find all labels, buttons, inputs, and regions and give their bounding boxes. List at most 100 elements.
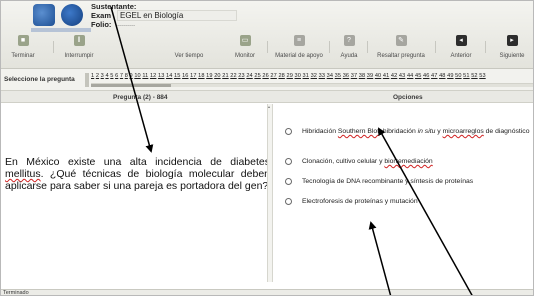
ceneval-e-logo-icon [61,4,83,26]
nav-scrollbar-thumb[interactable] [91,84,171,87]
question-number-link[interactable]: 24 [246,73,252,79]
question-number-link[interactable]: 27 [270,73,276,79]
question-number-link[interactable]: 1 [91,73,94,79]
question-number-link[interactable]: 29 [286,73,292,79]
question-number-link[interactable]: 46 [423,73,429,79]
resaltar-pregunta-label: Resaltar pregunta [377,53,425,59]
folio-value: --------- [117,23,136,29]
question-number-link[interactable]: 11 [142,73,148,79]
book-icon: ≡ [293,35,305,46]
option-text: Clonación, cultivo celular y biorremedia… [302,158,433,165]
exam-window: Sustentante: Exam EGEL en Biología Folio… [0,0,534,296]
question-number-link[interactable]: 18 [198,73,204,79]
toolbar-divider [329,41,330,53]
monitor-button[interactable]: ▭ Monitor [229,35,261,59]
question-number-link[interactable]: 43 [399,73,405,79]
question-number-link[interactable]: 42 [391,73,397,79]
question-number-link[interactable]: 34 [327,73,333,79]
header: Sustentante: Exam EGEL en Biología Folio… [1,1,533,69]
question-number-link[interactable]: 25 [254,73,260,79]
monitor-icon: ▭ [239,35,251,46]
question-number-link[interactable]: 21 [222,73,228,79]
status-text: Terminado [3,290,29,296]
question-number-link[interactable]: 26 [262,73,268,79]
question-number-link[interactable]: 30 [295,73,301,79]
question-number-link[interactable]: 35 [335,73,341,79]
question-number-link[interactable]: 8 [125,73,128,79]
toolbar-divider [53,41,54,53]
question-number-link[interactable]: 48 [439,73,445,79]
ayuda-button[interactable]: ? Ayuda [335,35,363,59]
column-headers: Pregunta (2) - 884 Opciones [1,91,533,103]
question-number-link[interactable]: 39 [367,73,373,79]
logo [7,4,91,32]
nav-scroll-left-button[interactable] [85,73,89,87]
question-number-link[interactable]: 53 [479,73,485,79]
question-number-link[interactable]: 14 [166,73,172,79]
pause-icon: ‖ [73,35,85,46]
question-number-link[interactable]: 28 [278,73,284,79]
highlight-icon: ✎ [395,35,407,46]
question-number-link[interactable]: 22 [230,73,236,79]
question-number-link[interactable]: 41 [383,73,389,79]
radio-button[interactable] [285,198,292,205]
question-number-link[interactable]: 9 [130,73,133,79]
question-number-link[interactable]: 13 [158,73,164,79]
option-text: Tecnología de DNA recombinante y síntesi… [302,178,474,185]
question-number-link[interactable]: 51 [463,73,469,79]
siguiente-label: Siguiente [499,53,525,59]
question-number-link[interactable]: 33 [319,73,325,79]
status-bar: Terminado [1,289,533,296]
question-number-link[interactable]: 6 [115,73,118,79]
question-number-link[interactable]: 47 [431,73,437,79]
help-icon: ? [343,35,355,46]
question-number-link[interactable]: 3 [101,73,104,79]
question-number-link[interactable]: 52 [471,73,477,79]
question-number-link[interactable]: 23 [238,73,244,79]
question-number-link[interactable]: 19 [206,73,212,79]
question-number-link[interactable]: 37 [351,73,357,79]
material-apoyo-button[interactable]: ≡ Material de apoyo [273,35,325,59]
question-number-list: 1 2 3 4 5 6 7 8 9 10 11 12 13 14 15 16 17 18 19 20 21 22 23 24 2… [91,73,487,79]
resaltar-pregunta-button[interactable]: ✎ Resaltar pregunta [373,35,429,59]
question-number-link[interactable]: 49 [447,73,453,79]
question-number-link[interactable]: 45 [415,73,421,79]
question-number-link[interactable]: 31 [303,73,309,79]
question-number-link[interactable]: 36 [343,73,349,79]
scroll-up-icon[interactable]: ▴ [268,104,272,109]
terminar-label: Terminar [11,53,35,59]
question-number-link[interactable]: 4 [105,73,108,79]
nav-scrollbar[interactable] [91,83,533,87]
radio-button[interactable] [285,178,292,185]
question-number-link[interactable]: 44 [407,73,413,79]
question-header: Pregunta (2) - 884 [113,94,168,101]
next-icon: ▸ [506,35,518,46]
interrumpir-button[interactable]: ‖ Interrumpir [59,35,99,59]
question-number-link[interactable]: 40 [375,73,381,79]
siguiente-button[interactable]: ▸ Siguiente [495,35,529,59]
anterior-button[interactable]: ◂ Anterior [445,35,477,59]
question-number-link[interactable]: 12 [150,73,156,79]
radio-button[interactable] [285,158,292,165]
exam-label: Exam [91,11,112,20]
question-number-link[interactable]: 20 [214,73,220,79]
question-number-link[interactable]: 10 [134,73,140,79]
terminar-button[interactable]: ■ Terminar [5,35,41,59]
monitor-label: Monitor [234,53,255,59]
question-number-link[interactable]: 7 [120,73,123,79]
question-number-link[interactable]: 16 [182,73,188,79]
question-pane: En México existe una alta incidencia de … [1,104,270,289]
question-number-link[interactable]: 15 [174,73,180,79]
exam-info: Sustentante: Exam EGEL en Biología Folio… [91,2,237,29]
question-number-link[interactable]: 2 [96,73,99,79]
radio-button[interactable] [285,128,292,135]
question-number-link[interactable]: 5 [110,73,113,79]
toolbar-divider [367,41,368,53]
option-text: Hibridación Southern Blot, hibridación i… [302,128,530,135]
question-number-link[interactable]: 38 [359,73,365,79]
question-number-link[interactable]: 50 [455,73,461,79]
question-number-link[interactable]: 32 [311,73,317,79]
toolbar-divider [267,41,268,53]
question-number-link[interactable]: 17 [190,73,196,79]
ver-tiempo-button[interactable]: Ver tiempo [169,35,209,59]
